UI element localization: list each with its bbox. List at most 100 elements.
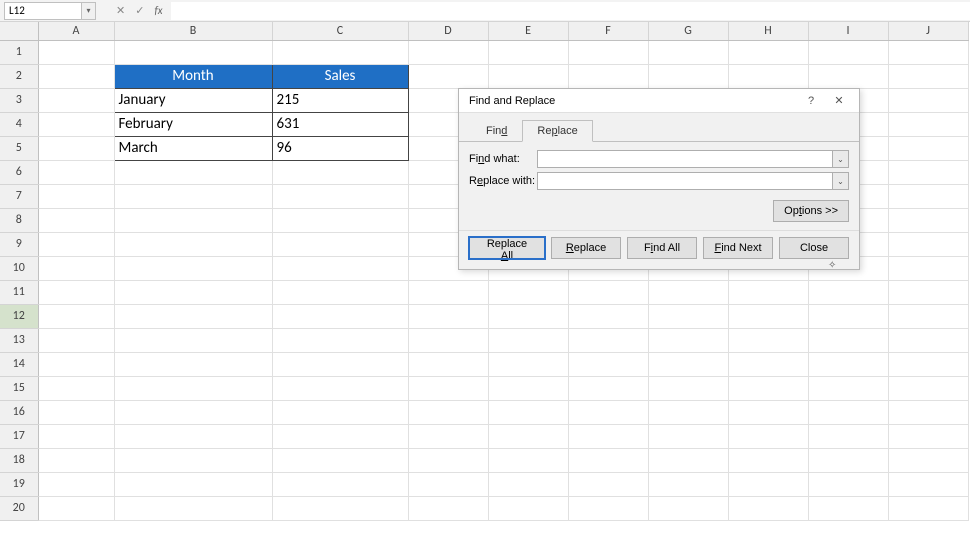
row-header[interactable]: 1 — [0, 40, 38, 64]
row-header[interactable]: 12 — [0, 304, 38, 328]
formula-input[interactable] — [171, 2, 970, 20]
cell[interactable] — [728, 352, 808, 376]
help-icon[interactable]: ? — [797, 89, 825, 113]
row-header[interactable]: 16 — [0, 400, 38, 424]
cell[interactable] — [272, 304, 408, 328]
cell[interactable] — [728, 472, 808, 496]
cell[interactable] — [38, 160, 114, 184]
cell[interactable] — [648, 40, 728, 64]
row-header[interactable]: 18 — [0, 448, 38, 472]
cell[interactable] — [272, 448, 408, 472]
column-header-D[interactable]: D — [408, 22, 488, 40]
cell[interactable] — [38, 88, 114, 112]
cell[interactable] — [648, 304, 728, 328]
cell[interactable] — [808, 496, 888, 520]
cell[interactable] — [114, 40, 272, 64]
cell[interactable] — [808, 472, 888, 496]
cell[interactable] — [272, 400, 408, 424]
cell[interactable] — [888, 280, 968, 304]
cell[interactable] — [808, 424, 888, 448]
cell[interactable] — [568, 328, 648, 352]
cell[interactable] — [38, 376, 114, 400]
cell[interactable] — [568, 352, 648, 376]
cell[interactable] — [408, 40, 488, 64]
cell[interactable] — [114, 160, 272, 184]
row-header[interactable]: 19 — [0, 472, 38, 496]
cell[interactable] — [114, 400, 272, 424]
row-header[interactable]: 3 — [0, 88, 38, 112]
cell[interactable] — [114, 256, 272, 280]
cell[interactable] — [272, 352, 408, 376]
cell[interactable] — [114, 280, 272, 304]
close-button[interactable]: Close — [779, 237, 849, 259]
cell[interactable] — [888, 472, 968, 496]
cell-month[interactable]: February — [114, 112, 272, 136]
cell[interactable] — [408, 352, 488, 376]
name-box-dropdown[interactable]: ▾ — [82, 2, 96, 20]
cell[interactable] — [648, 424, 728, 448]
cell[interactable] — [808, 376, 888, 400]
cell[interactable] — [114, 376, 272, 400]
cell[interactable] — [648, 400, 728, 424]
cell[interactable] — [114, 424, 272, 448]
close-icon[interactable]: ✕ — [825, 89, 853, 113]
cell[interactable] — [648, 472, 728, 496]
table-header-sales[interactable]: Sales — [272, 64, 408, 88]
row-header[interactable]: 14 — [0, 352, 38, 376]
cell[interactable] — [114, 352, 272, 376]
cell[interactable] — [38, 400, 114, 424]
cell[interactable] — [38, 448, 114, 472]
row-header[interactable]: 2 — [0, 64, 38, 88]
cell[interactable] — [648, 352, 728, 376]
cell[interactable] — [888, 496, 968, 520]
cell[interactable] — [114, 208, 272, 232]
replace-all-button[interactable]: Replace All — [469, 237, 545, 259]
cell[interactable] — [38, 184, 114, 208]
fx-icon[interactable]: fx — [154, 4, 162, 17]
cell[interactable] — [488, 448, 568, 472]
find-what-dropdown[interactable]: ⌄ — [833, 150, 849, 168]
cell[interactable] — [114, 496, 272, 520]
cell[interactable] — [38, 328, 114, 352]
cell[interactable] — [808, 40, 888, 64]
row-header[interactable]: 6 — [0, 160, 38, 184]
column-header-A[interactable]: A — [38, 22, 114, 40]
cell[interactable] — [408, 376, 488, 400]
cell[interactable] — [888, 184, 968, 208]
row-header[interactable]: 20 — [0, 496, 38, 520]
replace-button[interactable]: Replace — [551, 237, 621, 259]
cell[interactable] — [808, 448, 888, 472]
cell[interactable] — [38, 304, 114, 328]
cell[interactable] — [114, 472, 272, 496]
row-header[interactable]: 8 — [0, 208, 38, 232]
cell[interactable] — [272, 328, 408, 352]
cell[interactable] — [488, 280, 568, 304]
cell[interactable] — [114, 328, 272, 352]
cell[interactable] — [408, 64, 488, 88]
cell[interactable] — [808, 280, 888, 304]
cell[interactable] — [568, 448, 648, 472]
find-next-button[interactable]: Find Next — [703, 237, 773, 259]
cell[interactable] — [488, 400, 568, 424]
cell[interactable] — [38, 40, 114, 64]
cell[interactable] — [568, 424, 648, 448]
cell[interactable] — [408, 400, 488, 424]
cell[interactable] — [568, 64, 648, 88]
cell[interactable] — [888, 256, 968, 280]
cell[interactable] — [38, 256, 114, 280]
cell[interactable] — [38, 472, 114, 496]
cell[interactable] — [728, 64, 808, 88]
row-header[interactable]: 15 — [0, 376, 38, 400]
cell[interactable] — [488, 352, 568, 376]
cell-sales[interactable]: 631 — [272, 112, 408, 136]
cell-month[interactable]: March — [114, 136, 272, 160]
cell[interactable] — [272, 280, 408, 304]
cell[interactable] — [114, 448, 272, 472]
cell[interactable] — [648, 328, 728, 352]
cell-sales[interactable]: 215 — [272, 88, 408, 112]
cell-month[interactable]: January — [114, 88, 272, 112]
column-header-E[interactable]: E — [488, 22, 568, 40]
cell[interactable] — [568, 376, 648, 400]
cell[interactable] — [114, 232, 272, 256]
cell[interactable] — [648, 496, 728, 520]
